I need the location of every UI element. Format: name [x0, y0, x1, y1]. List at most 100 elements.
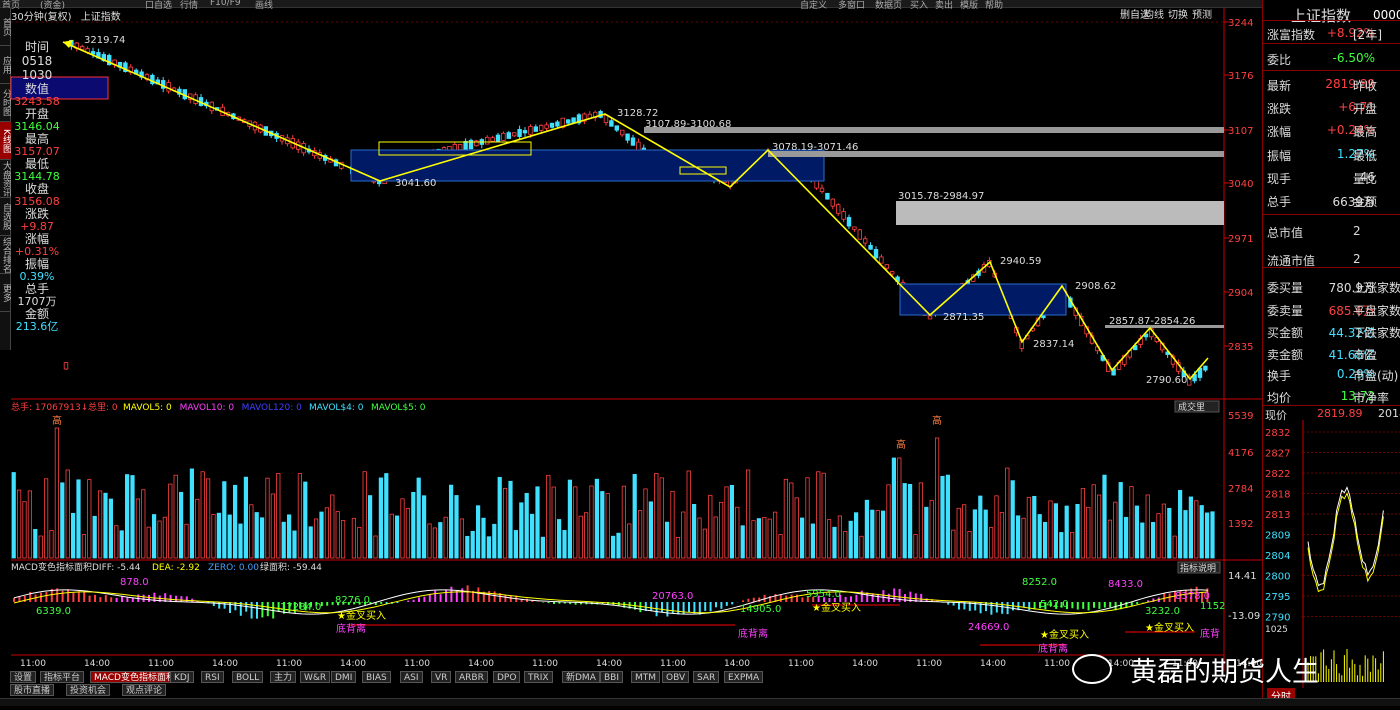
- volume-bar: [751, 520, 756, 559]
- volume-bar: [827, 519, 832, 559]
- volume-bar: [71, 512, 76, 559]
- volume-axis-label: 1392: [1228, 519, 1253, 530]
- info-value: 1707万: [17, 295, 57, 308]
- pattern-price-label: 3041.60: [395, 178, 436, 189]
- time-axis-label: 11:00: [788, 659, 814, 669]
- quote-separator: [1263, 267, 1400, 268]
- volume-bar: [837, 515, 843, 559]
- indicator-tab[interactable]: ASI: [400, 671, 423, 683]
- mini-price-line: [1307, 486, 1384, 587]
- status-bar: [0, 698, 1400, 706]
- volume-bar: [600, 491, 605, 559]
- indicator-tab[interactable]: MACD变色指标面积: [90, 671, 179, 683]
- volume-bar: [567, 479, 573, 559]
- volume-bar: [1129, 486, 1134, 559]
- macd-value-label: 8378.0: [1175, 591, 1210, 602]
- volume-bar: [854, 512, 859, 559]
- candle-body: [873, 249, 879, 259]
- weibo-logo-icon: [1072, 654, 1112, 684]
- info-value: 3243.58: [14, 95, 60, 108]
- volume-high-mark: 高: [52, 414, 62, 427]
- mini-axis-label: 2822: [1265, 469, 1290, 480]
- candle-body: [927, 315, 933, 320]
- indicator-tab[interactable]: 设置: [10, 671, 37, 683]
- info-label: 最高: [24, 132, 49, 146]
- volume-bar: [940, 475, 945, 559]
- macd-value-label: 542.0: [1040, 599, 1069, 610]
- pattern-price-label: 3128.72: [617, 108, 658, 119]
- volume-bar: [913, 534, 918, 559]
- indicator-tab[interactable]: DPO: [493, 671, 521, 683]
- volume-bar: [211, 514, 216, 559]
- time-axis-label: 11:00: [276, 659, 302, 669]
- pattern-price-label: 2908.62: [1075, 281, 1116, 292]
- quote-row-label2: 量比: [1353, 172, 1378, 186]
- period-label[interactable]: 30分钟(复权): [11, 12, 72, 23]
- candle-body: [533, 126, 538, 132]
- indicator-tab[interactable]: VR: [431, 671, 452, 683]
- indicator-tab[interactable]: 主力: [270, 671, 297, 683]
- indicator-tab[interactable]: 指标平台: [40, 671, 85, 683]
- indicator-tab[interactable]: OBV: [662, 671, 690, 683]
- indicator-tab[interactable]: RSI: [201, 671, 224, 683]
- candle-body: [501, 132, 506, 141]
- content-tab[interactable]: 股市直播: [10, 684, 55, 696]
- candle-body: [490, 137, 495, 142]
- volume-bar: [1178, 490, 1183, 559]
- content-tab[interactable]: 投资机会: [66, 684, 111, 696]
- macd-value-label: 6339.0: [36, 606, 71, 617]
- kline-chart-canvas[interactable]: 3244317631073040297129042835删自选均线 切换 预测321…: [0, 0, 1262, 671]
- pattern-price-label: 3015.78-2984.97: [898, 191, 984, 202]
- volume-bar: [281, 521, 286, 559]
- volume-bar: [1134, 505, 1139, 559]
- chart-header-button: 预测: [1192, 8, 1212, 21]
- chart-header-button: 切换: [1168, 8, 1188, 21]
- indicator-tab[interactable]: BBI: [600, 671, 624, 683]
- indicator-tab[interactable]: BOLL: [232, 671, 264, 683]
- indicator-tab[interactable]: KDJ: [170, 671, 194, 683]
- quote-row: 现手 46 量比: [1265, 166, 1400, 189]
- volume-bar: [1080, 488, 1085, 559]
- indicator-tab[interactable]: TRIX: [524, 671, 553, 683]
- volume-bar: [135, 498, 140, 559]
- indicator-tab[interactable]: 新DMA: [562, 671, 600, 683]
- volume-bar: [756, 518, 762, 559]
- indicator-tab[interactable]: SAR: [693, 671, 720, 683]
- volume-bar: [384, 473, 389, 559]
- volume-bar: [438, 522, 443, 559]
- volume-bar: [562, 530, 567, 559]
- volume-bar: [611, 535, 616, 559]
- indicator-tab[interactable]: BIAS: [362, 671, 391, 683]
- indicator-tab[interactable]: MTM: [631, 671, 661, 683]
- quote-row-label2: 最低: [1353, 149, 1378, 163]
- macd-area: 绿面积: -59.44: [260, 561, 322, 573]
- volume-bar: [1091, 484, 1096, 559]
- mini-axis-label: 2804: [1265, 551, 1290, 562]
- volume-bar: [313, 518, 319, 559]
- macd-value-label: 17284.0: [280, 602, 321, 613]
- volume-bar: [125, 474, 130, 559]
- indicator-tab[interactable]: DMI: [331, 671, 357, 683]
- volume-bar: [589, 485, 594, 559]
- candle-body: [517, 129, 522, 137]
- candle-body: [841, 211, 846, 220]
- quote-row-label: 涨富指数: [1267, 28, 1316, 42]
- volume-bar: [767, 518, 772, 559]
- volume-bar: [1010, 480, 1015, 559]
- macd-axis-label: 14.41: [1228, 571, 1257, 582]
- content-tab[interactable]: 观点评论: [122, 684, 167, 696]
- quote-row-value: -6.50%: [1332, 51, 1375, 65]
- volume-bar: [146, 526, 151, 559]
- volume-bar: [746, 469, 751, 559]
- volume-bars: [11, 427, 1215, 559]
- mini-axis-label: 2813: [1265, 510, 1290, 521]
- indicator-tab[interactable]: W&R: [300, 671, 331, 683]
- indicator-tab[interactable]: ARBR: [455, 671, 488, 683]
- candle-body: [166, 82, 171, 92]
- volume-bar: [870, 509, 875, 559]
- volume-bar: [848, 520, 853, 559]
- volume-bar: [303, 481, 308, 559]
- indicator-tab[interactable]: EXPMA: [724, 671, 764, 683]
- volume-bar: [638, 510, 643, 559]
- volume-bar: [324, 507, 330, 559]
